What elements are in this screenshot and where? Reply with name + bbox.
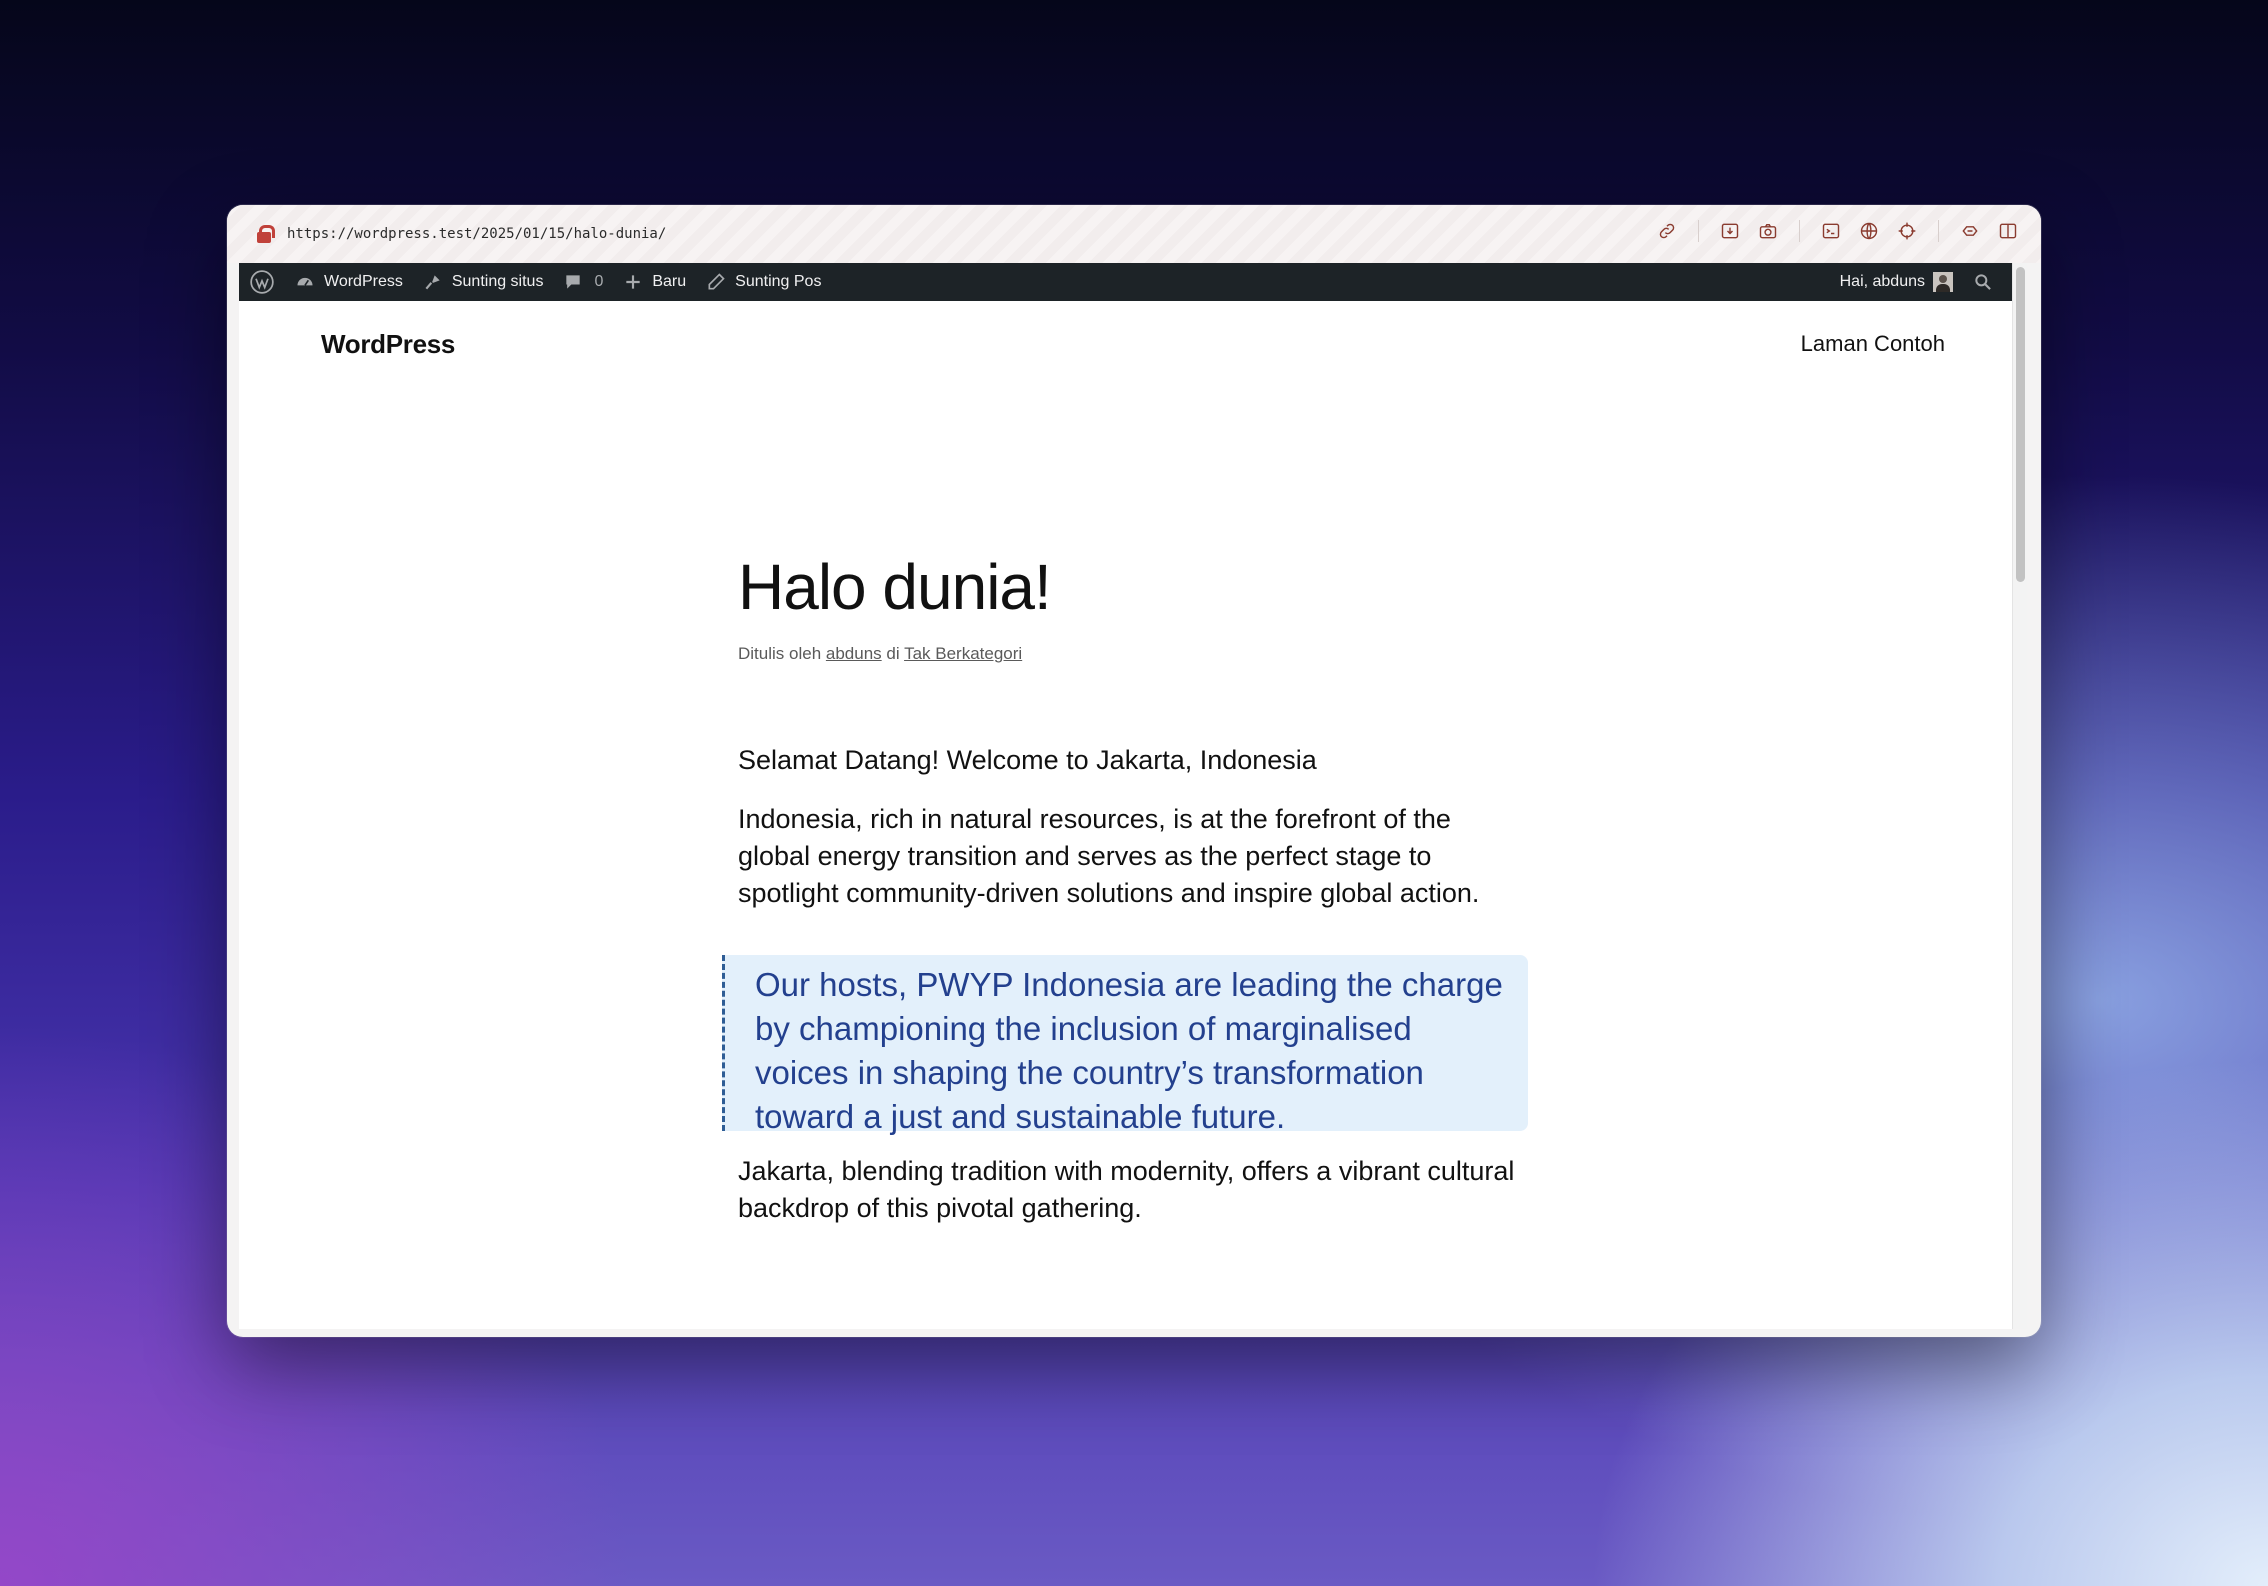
pencil-icon <box>708 273 725 290</box>
admin-bar-new-label: Baru <box>652 273 687 290</box>
avatar <box>1933 272 1953 292</box>
paragraph-indonesia: Indonesia, rich in natural resources, is… <box>738 804 1480 908</box>
admin-bar-customize-label: Sunting situs <box>451 273 544 290</box>
page-viewport: WordPress Sunting situs 0 Baru Sunting P… <box>239 263 2027 1329</box>
sidebar-toggle-icon[interactable] <box>1997 220 2019 242</box>
paragraph-jakarta: Jakarta, blending tradition with moderni… <box>738 1156 1515 1223</box>
link-icon[interactable] <box>1656 220 1678 242</box>
toolbar-divider <box>1698 220 1699 242</box>
admin-bar-edit-label: Sunting Pos <box>735 273 822 290</box>
admin-bar-search[interactable] <box>1963 263 2012 301</box>
page-scrollbar[interactable] <box>2012 263 2027 1329</box>
wordpress-logo-icon <box>250 270 274 294</box>
wp-logo-menu[interactable] <box>239 263 285 301</box>
address-bar[interactable]: https://wordpress.test/2025/01/15/halo-d… <box>227 205 2041 263</box>
admin-bar-customize[interactable]: Sunting situs <box>413 263 554 301</box>
extensions-icon[interactable] <box>1959 220 1981 242</box>
plus-icon <box>626 275 641 289</box>
paragraph-welcome: Selamat Datang! Welcome to Jakarta, Indo… <box>738 745 1317 775</box>
url-text[interactable]: https://wordpress.test/2025/01/15/halo-d… <box>287 226 666 242</box>
globe-icon[interactable] <box>1858 220 1880 242</box>
category-link[interactable]: Tak Berkategori <box>904 644 1022 663</box>
nav-item-sample-page[interactable]: Laman Contoh <box>1801 331 1945 357</box>
crosshair-icon[interactable] <box>1896 220 1918 242</box>
post-title: Halo dunia! <box>738 551 1052 623</box>
admin-bar-secondary: Hai, abduns <box>1830 263 2012 301</box>
toolbar-divider <box>1799 220 1800 242</box>
toolbar-divider <box>1938 220 1939 242</box>
camera-icon[interactable] <box>1757 220 1779 242</box>
admin-bar-site-label: WordPress <box>324 273 403 290</box>
download-icon[interactable] <box>1719 220 1741 242</box>
post-meta: Ditulis oleh abduns di Tak Berkategori <box>738 644 1022 664</box>
wp-admin-bar: WordPress Sunting situs 0 Baru Sunting P… <box>239 263 2012 301</box>
admin-bar-my-account[interactable]: Hai, abduns <box>1830 263 1963 301</box>
lock-icon <box>257 225 275 243</box>
meta-in: di <box>886 644 900 663</box>
admin-bar-comments[interactable]: 0 <box>553 263 613 301</box>
admin-bar-site-name[interactable]: WordPress <box>285 263 413 301</box>
author-link[interactable]: abduns <box>826 644 882 663</box>
browser-toolbar <box>1656 220 2019 242</box>
search-icon <box>1975 274 1991 290</box>
admin-bar-greeting: Hai, abduns <box>1839 273 1925 290</box>
scrollbar-thumb[interactable] <box>2016 267 2025 582</box>
dashboard-gauge-icon <box>297 277 313 286</box>
admin-bar-new[interactable]: Baru <box>613 263 696 301</box>
paintbrush-icon <box>425 275 440 290</box>
site-title[interactable]: WordPress <box>321 329 455 360</box>
admin-bar-edit-post[interactable]: Sunting Pos <box>696 263 831 301</box>
admin-bar-comments-count: 0 <box>594 273 604 290</box>
pull-quote: Our hosts, PWYP Indonesia are leading th… <box>722 955 1528 1135</box>
meta-prefix: Ditulis oleh <box>738 644 822 663</box>
browser-window: https://wordpress.test/2025/01/15/halo-d… <box>227 205 2041 1337</box>
terminal-icon[interactable] <box>1820 220 1842 242</box>
comment-bubble-icon <box>566 275 581 289</box>
